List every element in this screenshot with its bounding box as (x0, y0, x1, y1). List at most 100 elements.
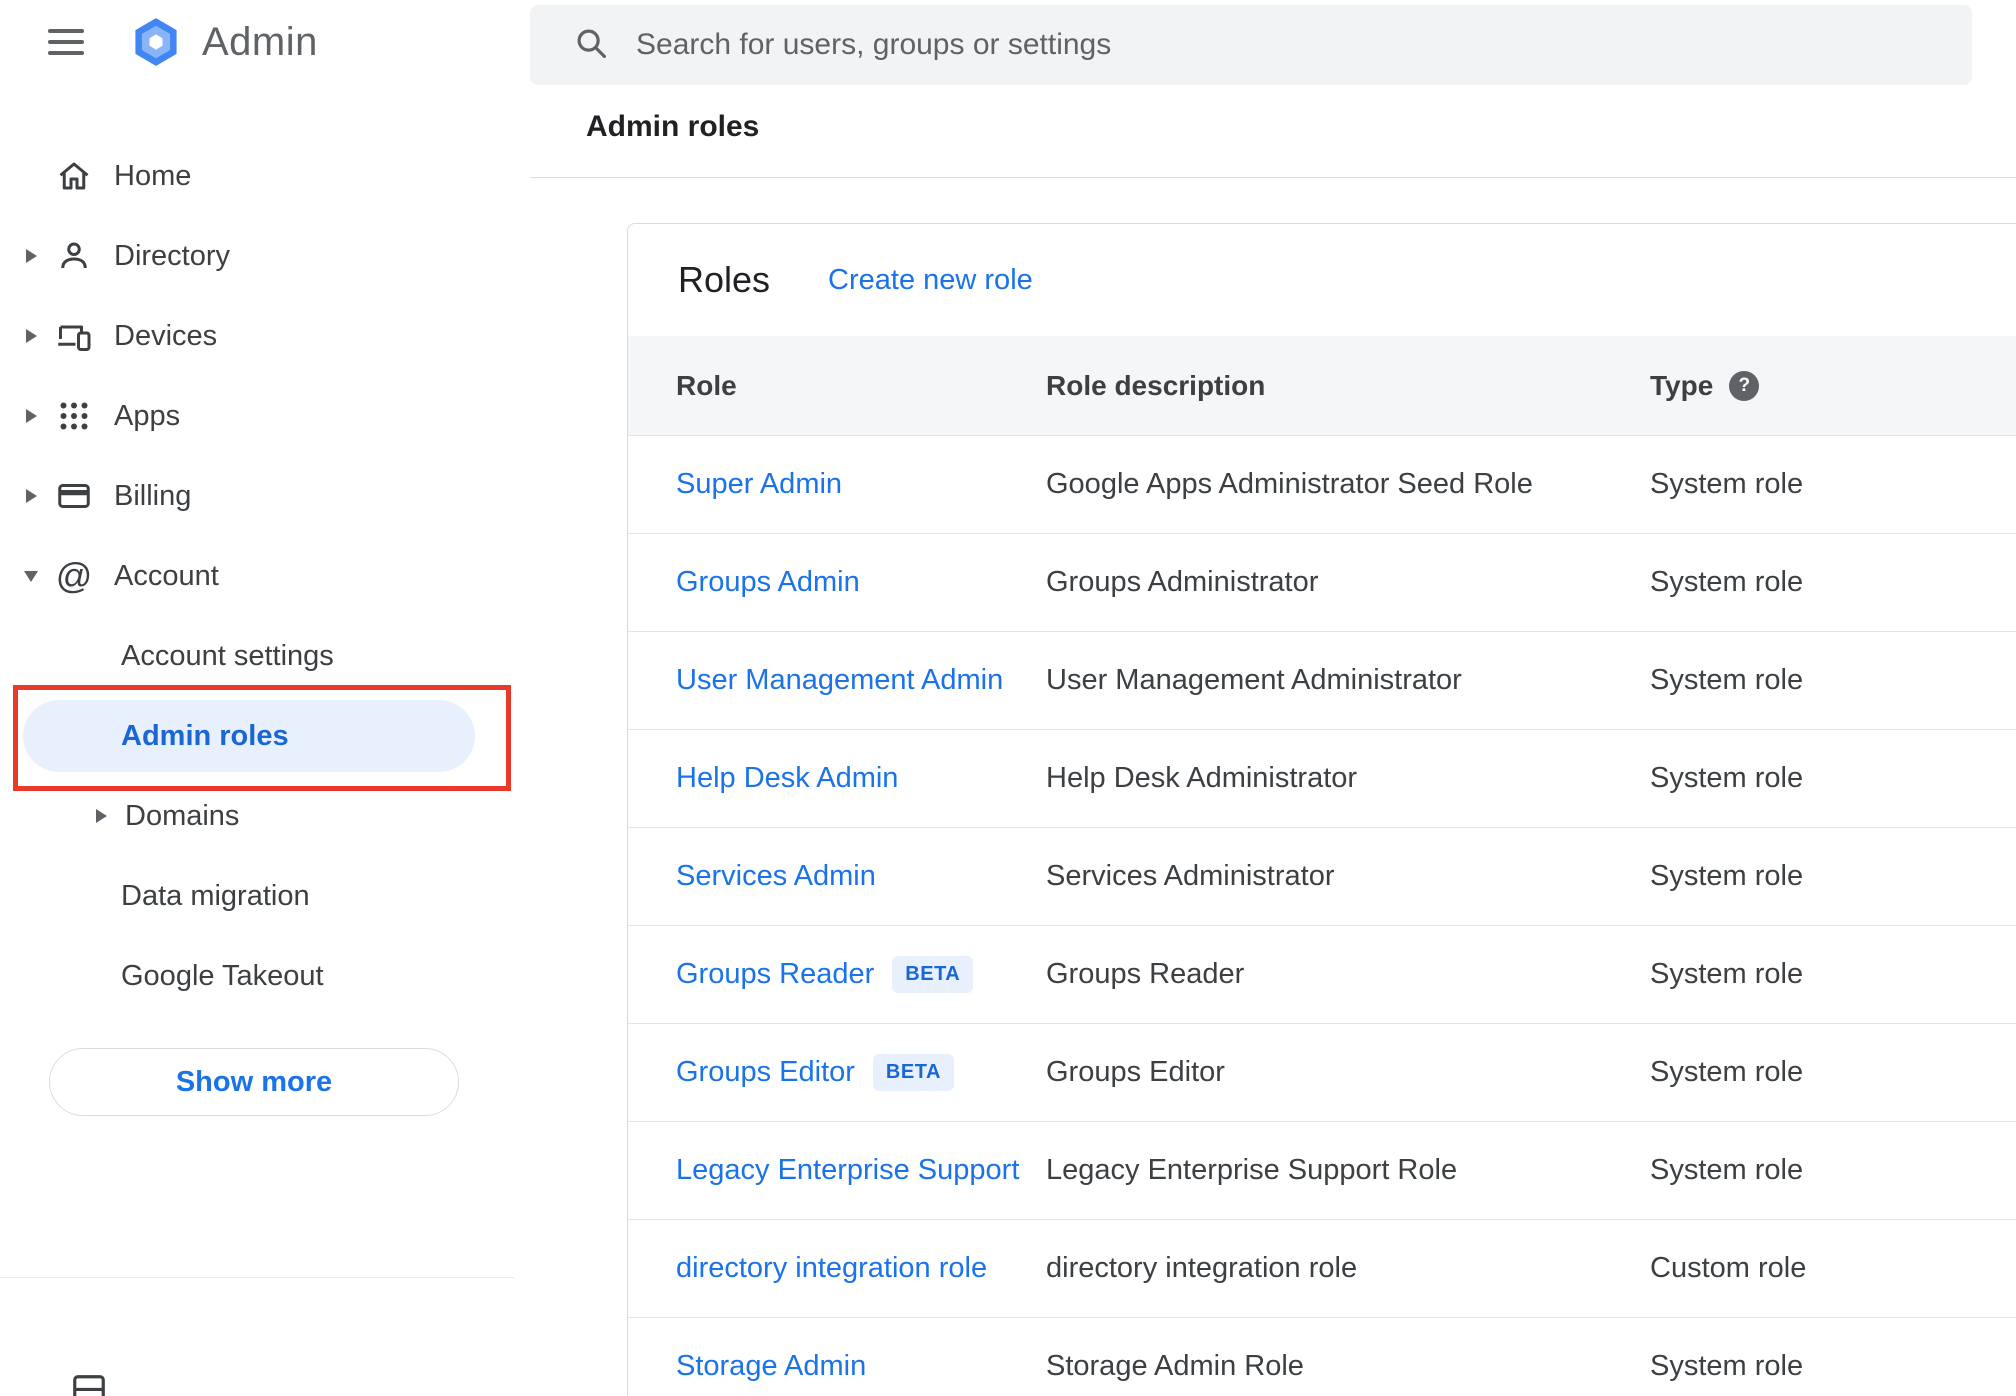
role-description: Google Apps Administrator Seed Role (1046, 468, 1533, 500)
role-link[interactable]: directory integration role (676, 1252, 987, 1285)
sidebar-item-billing[interactable]: Billing (0, 456, 514, 536)
column-header-role: Role (676, 369, 737, 401)
table-row: Legacy Enterprise Support Legacy Enterpr… (628, 1121, 2016, 1219)
sidebar-divider (0, 1277, 514, 1278)
create-new-role-link[interactable]: Create new role (828, 264, 1033, 297)
sidebar-item-admin-roles[interactable]: Admin roles (23, 700, 475, 772)
role-type: System role (1650, 1154, 1804, 1186)
roles-table-body: Super Admin Google Apps Administrator Se… (628, 435, 2016, 1396)
role-link[interactable]: Storage Admin (676, 1350, 866, 1383)
role-link[interactable]: User Management Admin (676, 664, 1003, 697)
sidebar-item-label: Data migration (121, 879, 310, 912)
sidebar-item-label: Domains (125, 799, 240, 832)
table-row: Groups Editor BETA Groups Editor System … (628, 1023, 2016, 1121)
table-row: User Management Admin User Management Ad… (628, 631, 2016, 729)
sidebar-item-data-migration[interactable]: Data migration (0, 856, 514, 936)
column-header-description: Role description (1046, 369, 1266, 401)
table-header-row: Role Role description Type ? (628, 336, 2016, 435)
role-description: Help Desk Administrator (1046, 762, 1358, 794)
role-type: System role (1650, 664, 1804, 696)
table-row: directory integration role directory int… (628, 1219, 2016, 1317)
role-type: System role (1650, 1350, 1804, 1382)
help-icon[interactable]: ? (1729, 370, 1760, 401)
role-type: System role (1650, 762, 1804, 794)
role-description: Groups Editor (1046, 1056, 1225, 1088)
role-link[interactable]: Super Admin (676, 468, 842, 501)
column-header-type: Type (1650, 369, 1714, 401)
breadcrumb: Admin roles (586, 110, 760, 143)
sidebar-item-label: Account (114, 559, 219, 592)
chevron-right-icon[interactable] (25, 329, 37, 343)
sidebar-item-label: Billing (114, 479, 192, 512)
beta-badge: BETA (892, 956, 974, 993)
search-input[interactable] (636, 28, 1972, 62)
table-row: Help Desk Admin Help Desk Administrator … (628, 729, 2016, 827)
product-name: Admin (202, 19, 318, 64)
table-row: Groups Admin Groups Administrator System… (628, 533, 2016, 631)
sidebar: Admin Home Directory Devices Apps Billin… (0, 0, 514, 1396)
role-type: System role (1650, 566, 1804, 598)
main-content: Admin roles Roles Create new role Role R… (514, 0, 2016, 1396)
sidebar-item-directory[interactable]: Directory (0, 216, 514, 296)
role-description: Groups Reader (1046, 958, 1245, 990)
roles-heading: Roles (678, 259, 771, 300)
role-description: Legacy Enterprise Support Role (1046, 1154, 1458, 1186)
sidebar-item-label: Apps (114, 399, 181, 432)
home-icon (52, 158, 96, 194)
table-row: Services Admin Services Administrator Sy… (628, 827, 2016, 925)
devices-icon (52, 318, 96, 354)
role-description: Storage Admin Role (1046, 1350, 1304, 1382)
sidebar-item-account[interactable]: @ Account (0, 536, 514, 616)
menu-icon[interactable] (46, 25, 86, 59)
sidebar-item-devices[interactable]: Devices (0, 296, 514, 376)
sidebar-item-label: Google Takeout (121, 959, 324, 992)
role-description: User Management Administrator (1046, 664, 1462, 696)
sidebar-item-label: Admin roles (121, 719, 289, 752)
chevron-right-icon[interactable] (25, 409, 37, 423)
apps-grid-icon (52, 398, 96, 434)
billing-card-icon (52, 478, 96, 514)
person-icon (52, 238, 96, 274)
role-type: System role (1650, 1056, 1804, 1088)
role-type: System role (1650, 860, 1804, 892)
admin-logo-icon (130, 16, 182, 68)
chevron-right-icon[interactable] (25, 489, 37, 503)
table-row: Groups Reader BETA Groups Reader System … (628, 925, 2016, 1023)
search-icon (572, 24, 610, 67)
role-type: System role (1650, 958, 1804, 990)
sidebar-item-account-settings[interactable]: Account settings (0, 616, 514, 696)
beta-badge: BETA (872, 1054, 954, 1091)
role-type: System role (1650, 468, 1804, 500)
role-link[interactable]: Services Admin (676, 860, 876, 893)
role-type: Custom role (1650, 1252, 1807, 1284)
roles-card-header: Roles Create new role (628, 224, 2016, 336)
chevron-down-icon[interactable] (24, 570, 38, 582)
search-bar[interactable] (530, 5, 1972, 85)
sidebar-item-label: Home (114, 159, 192, 192)
role-link[interactable]: Groups Editor (676, 1056, 855, 1089)
sidebar-header: Admin (0, 0, 514, 84)
header-divider (530, 177, 2016, 178)
role-link[interactable]: Groups Admin (676, 566, 860, 599)
roles-card: Roles Create new role Role Role descript… (627, 223, 2016, 1396)
sidebar-item-google-takeout[interactable]: Google Takeout (0, 936, 514, 1016)
table-row: Super Admin Google Apps Administrator Se… (628, 435, 2016, 533)
sidebar-nav: Home Directory Devices Apps Billing @ Ac… (0, 136, 514, 1116)
sidebar-item-apps[interactable]: Apps (0, 376, 514, 456)
chevron-right-icon[interactable] (25, 249, 37, 263)
show-more-button[interactable]: Show more (49, 1048, 459, 1116)
role-description: Services Administrator (1046, 860, 1335, 892)
role-link[interactable]: Help Desk Admin (676, 762, 898, 795)
sidebar-item-home[interactable]: Home (0, 136, 514, 216)
role-description: directory integration role (1046, 1252, 1358, 1284)
role-link[interactable]: Legacy Enterprise Support (676, 1154, 1019, 1187)
chevron-right-icon[interactable] (96, 809, 107, 823)
role-description: Groups Administrator (1046, 566, 1319, 598)
role-link[interactable]: Groups Reader (676, 958, 874, 991)
sidebar-item-domains[interactable]: Domains (0, 776, 514, 856)
at-sign-icon: @ (55, 555, 93, 596)
sidebar-item-label: Directory (114, 239, 231, 272)
sidebar-bottom-icon[interactable] (70, 1372, 108, 1396)
sidebar-item-label: Devices (114, 319, 218, 352)
table-row: Storage Admin Storage Admin Role System … (628, 1317, 2016, 1396)
